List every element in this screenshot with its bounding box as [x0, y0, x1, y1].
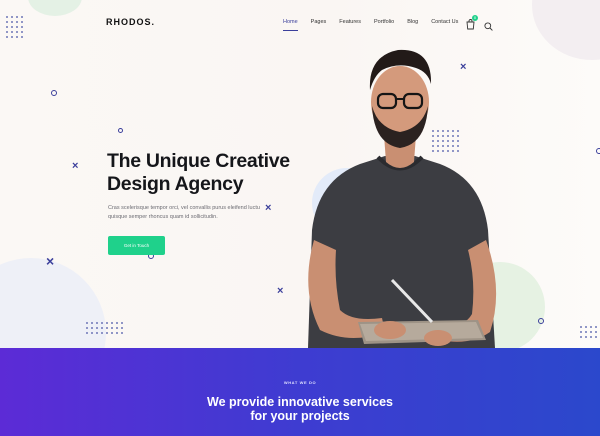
decor-dot: [16, 16, 18, 18]
nav-item-pages[interactable]: Pages: [311, 19, 327, 25]
decor-dot: [96, 332, 98, 334]
decor-dot: [11, 31, 13, 33]
decor-dot: [16, 31, 18, 33]
decor-dot: [86, 332, 88, 334]
decor-dot: [86, 327, 88, 329]
nav-item-portfolio[interactable]: Portfolio: [374, 19, 394, 25]
decor-ring-icon: [596, 148, 600, 154]
decor-ring-icon: [538, 318, 544, 324]
hero-title: The Unique Creative Design Agency: [107, 150, 290, 196]
decor-x-icon: ×: [72, 160, 79, 172]
decor-dot: [595, 336, 597, 338]
decor-dots: [6, 16, 23, 38]
decor-blob: [532, 0, 600, 60]
decor-dot: [6, 16, 8, 18]
decor-dot: [106, 327, 108, 329]
decor-dot: [590, 336, 592, 338]
nav-item-blog[interactable]: Blog: [407, 19, 418, 25]
decor-dot: [16, 36, 18, 38]
decor-x-icon: ×: [277, 285, 284, 297]
decor-dot: [16, 21, 18, 23]
decor-dot: [106, 322, 108, 324]
decor-dot: [580, 326, 582, 328]
decor-dot: [6, 26, 8, 28]
decor-ring-icon: [51, 90, 57, 96]
decor-dots: [580, 326, 597, 338]
decor-dot: [106, 332, 108, 334]
decor-dot: [580, 336, 582, 338]
decor-dot: [96, 322, 98, 324]
hero-title-line: The Unique Creative: [107, 150, 290, 172]
decor-dot: [101, 332, 103, 334]
decor-dot: [11, 26, 13, 28]
decor-x-icon: ×: [46, 253, 55, 269]
decor-dot: [111, 332, 113, 334]
search-button[interactable]: [484, 18, 493, 31]
decor-dot: [96, 327, 98, 329]
decor-dot: [590, 331, 592, 333]
hero-description-line: Cras scelerisque tempor orci, vel conval…: [108, 205, 260, 211]
decor-dot: [595, 331, 597, 333]
decor-dot: [590, 326, 592, 328]
decor-dot: [101, 322, 103, 324]
hero-person-image: [308, 49, 497, 348]
decor-dot: [595, 326, 597, 328]
decor-dot: [91, 322, 93, 324]
decor-dot: [111, 327, 113, 329]
decor-ring-icon: [118, 128, 123, 133]
services-eyebrow: WHAT WE DO: [283, 380, 317, 385]
decor-dot: [121, 332, 123, 334]
hero-description-line: quisque semper rhoncus quam id sollicitu…: [108, 214, 218, 220]
nav-item-home[interactable]: Home: [283, 19, 298, 31]
hero-description: Cras scelerisque tempor orci, vel conval…: [108, 204, 288, 222]
decor-dot: [101, 327, 103, 329]
decor-dot: [6, 31, 8, 33]
decor-dot: [21, 31, 23, 33]
decor-dot: [111, 322, 113, 324]
decor-dot: [86, 322, 88, 324]
services-section: WHAT WE DO We provide innovative service…: [0, 348, 600, 436]
decor-dot: [585, 331, 587, 333]
decor-dot: [585, 326, 587, 328]
decor-dot: [580, 331, 582, 333]
services-title: We provide innovative services for your …: [0, 395, 600, 423]
hero-title-line: Design Agency: [107, 173, 244, 195]
decor-dot: [116, 332, 118, 334]
search-icon: [484, 22, 493, 31]
decor-dot: [91, 327, 93, 329]
get-in-touch-button[interactable]: Get in Touch: [108, 236, 165, 255]
decor-dot: [91, 332, 93, 334]
decor-dot: [11, 21, 13, 23]
decor-dot: [21, 36, 23, 38]
decor-dot: [21, 21, 23, 23]
cart-count-badge: 0: [472, 15, 478, 21]
decor-dot: [121, 327, 123, 329]
decor-dot: [21, 26, 23, 28]
decor-dot: [6, 21, 8, 23]
services-title-line: for your projects: [250, 409, 350, 423]
decor-dot: [11, 16, 13, 18]
nav-item-contact[interactable]: Contact Us: [431, 19, 458, 25]
decor-blob: [28, 0, 82, 16]
decor-dot: [116, 327, 118, 329]
decor-dot: [16, 26, 18, 28]
nav-item-features[interactable]: Features: [339, 19, 361, 25]
decor-blob: [0, 258, 106, 348]
decor-dot: [11, 36, 13, 38]
brand-logo[interactable]: RHODOS.: [106, 17, 155, 27]
hero-section: × × × × × RHODOS. Home Pages Features Po…: [0, 0, 600, 348]
services-title-line: We provide innovative services: [207, 395, 393, 409]
main-nav: Home Pages Features Portfolio Blog Conta…: [283, 19, 471, 31]
decor-dots: [86, 322, 123, 334]
decor-dot: [116, 322, 118, 324]
decor-dot: [6, 36, 8, 38]
cart-button[interactable]: 0: [466, 15, 478, 30]
decor-dot: [585, 336, 587, 338]
decor-dot: [121, 322, 123, 324]
decor-dot: [21, 16, 23, 18]
